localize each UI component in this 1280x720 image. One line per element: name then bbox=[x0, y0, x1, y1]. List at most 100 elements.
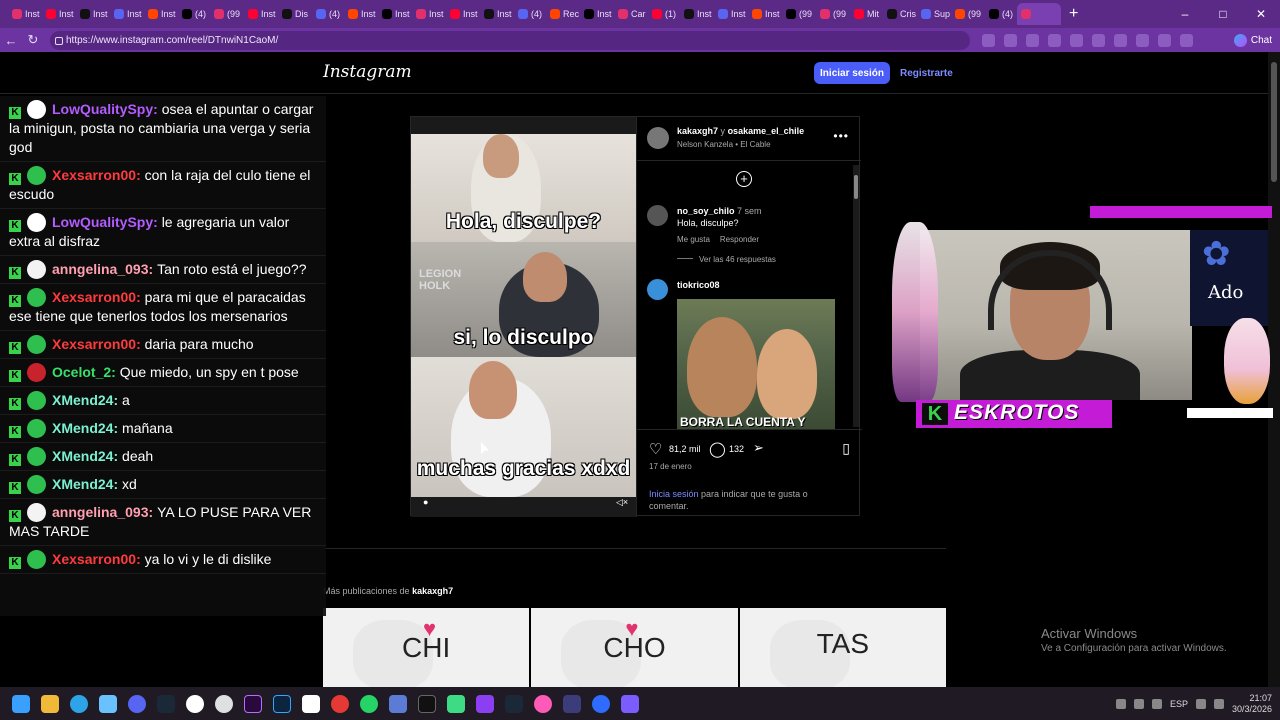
notes-icon[interactable] bbox=[447, 694, 465, 713]
file-explorer-icon[interactable] bbox=[41, 694, 59, 713]
extension-icon[interactable] bbox=[1114, 33, 1127, 47]
comment-user[interactable]: no_soy_chilo 7 sem bbox=[677, 206, 762, 216]
app-icon[interactable] bbox=[476, 694, 494, 713]
comment-user[interactable]: tiokrico08 bbox=[677, 280, 720, 290]
volume-icon[interactable] bbox=[1213, 698, 1224, 709]
view-replies-link[interactable]: Ver las 46 respuestas bbox=[677, 255, 776, 264]
browser-tab[interactable]: (99 bbox=[782, 3, 816, 25]
login-prompt-link[interactable]: Inicia sesión bbox=[649, 489, 699, 499]
capcut-icon[interactable] bbox=[302, 694, 320, 713]
extension-icon[interactable] bbox=[1070, 33, 1083, 47]
profile-avatar-icon[interactable] bbox=[1158, 33, 1171, 47]
steam-icon[interactable] bbox=[157, 694, 175, 713]
browser-tab[interactable]: Inst bbox=[446, 3, 480, 25]
tray-icon[interactable] bbox=[1151, 698, 1162, 709]
extension-icon[interactable] bbox=[1026, 33, 1039, 47]
edge-browser-icon[interactable] bbox=[70, 694, 88, 713]
browser-tab[interactable]: Inst bbox=[144, 3, 178, 25]
app-icon[interactable] bbox=[534, 694, 552, 713]
menu-icon[interactable] bbox=[1180, 33, 1193, 47]
media-player-icon[interactable] bbox=[592, 694, 610, 713]
post-authors[interactable]: kakaxgh7 y osakame_el_chile bbox=[677, 126, 804, 136]
epic-games-icon[interactable] bbox=[418, 694, 436, 713]
browser-tab[interactable]: Cris bbox=[883, 3, 917, 25]
reply-link[interactable]: Responder bbox=[720, 235, 759, 244]
scrollbar-thumb[interactable] bbox=[854, 175, 858, 199]
premiere-icon[interactable] bbox=[244, 694, 262, 713]
photoshop-icon[interactable] bbox=[273, 694, 291, 713]
back-icon[interactable]: ← bbox=[0, 33, 22, 48]
browser-tab[interactable]: (99 bbox=[951, 3, 985, 25]
browser-tab[interactable]: Sup bbox=[917, 3, 951, 25]
browser-tab[interactable]: (4) bbox=[514, 3, 546, 25]
wifi-icon[interactable] bbox=[1195, 698, 1206, 709]
post-thumbnail[interactable]: ♥ CHI bbox=[323, 608, 530, 688]
tray-icon[interactable] bbox=[1133, 698, 1144, 709]
close-icon[interactable]: ✕ bbox=[1242, 0, 1280, 28]
extension-icon[interactable] bbox=[1092, 33, 1105, 47]
discord-icon[interactable] bbox=[128, 694, 146, 713]
commenter-avatar[interactable] bbox=[647, 205, 668, 226]
start-icon[interactable] bbox=[12, 694, 30, 713]
audio-track[interactable]: Nelson Kanzela • El Cable bbox=[677, 140, 771, 149]
clock[interactable]: 21:07 30/3/2026 bbox=[1232, 693, 1272, 715]
browser-tab[interactable]: Dis bbox=[278, 3, 312, 25]
browser-tab[interactable]: Inst bbox=[714, 3, 748, 25]
app-icon[interactable] bbox=[389, 694, 407, 713]
like-comment-link[interactable]: Me gusta bbox=[677, 235, 710, 244]
more-options-icon[interactable]: ••• bbox=[833, 129, 849, 143]
register-link[interactable]: Registrarte bbox=[900, 68, 953, 79]
reel-video[interactable]: Hola, disculpe? LEGION HOLK si, lo discu… bbox=[411, 117, 636, 517]
browser-tab[interactable]: Car bbox=[614, 3, 648, 25]
minimize-icon[interactable]: – bbox=[1166, 0, 1204, 28]
commenter-avatar[interactable] bbox=[647, 279, 668, 300]
post-thumbnail[interactable]: TAS bbox=[739, 608, 946, 688]
comments-scrollbar[interactable] bbox=[853, 165, 859, 427]
refresh-icon[interactable]: ↻ bbox=[22, 32, 44, 48]
copilot-chat-button[interactable]: Chat bbox=[1233, 33, 1272, 47]
language-indicator[interactable]: ESP bbox=[1170, 699, 1188, 709]
browser-tab[interactable]: Inst bbox=[110, 3, 144, 25]
browser-tab[interactable]: (99 bbox=[816, 3, 850, 25]
author-avatar[interactable] bbox=[647, 127, 669, 149]
browser-tab[interactable]: (4) bbox=[985, 3, 1017, 25]
tray-icon[interactable] bbox=[1115, 698, 1126, 709]
app-icon[interactable] bbox=[621, 694, 639, 713]
browser-tab[interactable]: Inst bbox=[680, 3, 714, 25]
app-icon[interactable] bbox=[215, 694, 233, 713]
maximize-icon[interactable]: □ bbox=[1204, 0, 1242, 28]
browser-tab[interactable]: Inst bbox=[8, 3, 42, 25]
collections-icon[interactable] bbox=[1136, 33, 1149, 47]
browser-tab[interactable]: (4) bbox=[312, 3, 344, 25]
comment-image[interactable]: BORRA LA CUENTA Y bbox=[677, 299, 835, 429]
browser-tab[interactable]: Inst bbox=[580, 3, 614, 25]
browser-tab[interactable]: Inst bbox=[344, 3, 378, 25]
heart-icon[interactable]: ♡ bbox=[649, 440, 662, 458]
favorite-star-icon[interactable] bbox=[1004, 33, 1017, 47]
browser-tab[interactable]: (1) bbox=[648, 3, 680, 25]
instagram-logo[interactable]: Instagram bbox=[323, 62, 412, 82]
store-icon[interactable] bbox=[99, 694, 117, 713]
post-thumbnail[interactable]: ♥ CHO bbox=[531, 608, 738, 688]
browser-tab[interactable]: Rec bbox=[546, 3, 580, 25]
browser-tab[interactable]: (4) bbox=[178, 3, 210, 25]
whatsapp-icon[interactable] bbox=[360, 694, 378, 713]
audio-app-icon[interactable] bbox=[563, 694, 581, 713]
browser-tab[interactable]: Inst bbox=[412, 3, 446, 25]
browser-tab[interactable]: Mit bbox=[850, 3, 883, 25]
browser-tab[interactable]: Inst bbox=[244, 3, 278, 25]
bookmark-icon[interactable]: ▯ bbox=[842, 440, 850, 457]
more-posts-user[interactable]: kakaxgh7 bbox=[412, 586, 453, 596]
comment-icon[interactable]: ◯ bbox=[709, 440, 726, 458]
steam-icon[interactable] bbox=[505, 694, 523, 713]
obs-icon[interactable] bbox=[186, 694, 204, 713]
add-comment-icon[interactable]: + bbox=[736, 171, 752, 187]
browser-tab[interactable]: (99 bbox=[210, 3, 244, 25]
browser-tab[interactable]: Inst bbox=[378, 3, 412, 25]
url-field[interactable]: https://www.instagram.com/reel/DTnwiN1Ca… bbox=[50, 30, 970, 50]
browser-tab[interactable]: Inst bbox=[748, 3, 782, 25]
user-tag-icon[interactable]: ● bbox=[423, 497, 428, 507]
share-icon[interactable]: ➢ bbox=[753, 440, 764, 456]
browser-tab[interactable]: Inst bbox=[480, 3, 514, 25]
scrollbar-thumb[interactable] bbox=[1271, 62, 1277, 182]
